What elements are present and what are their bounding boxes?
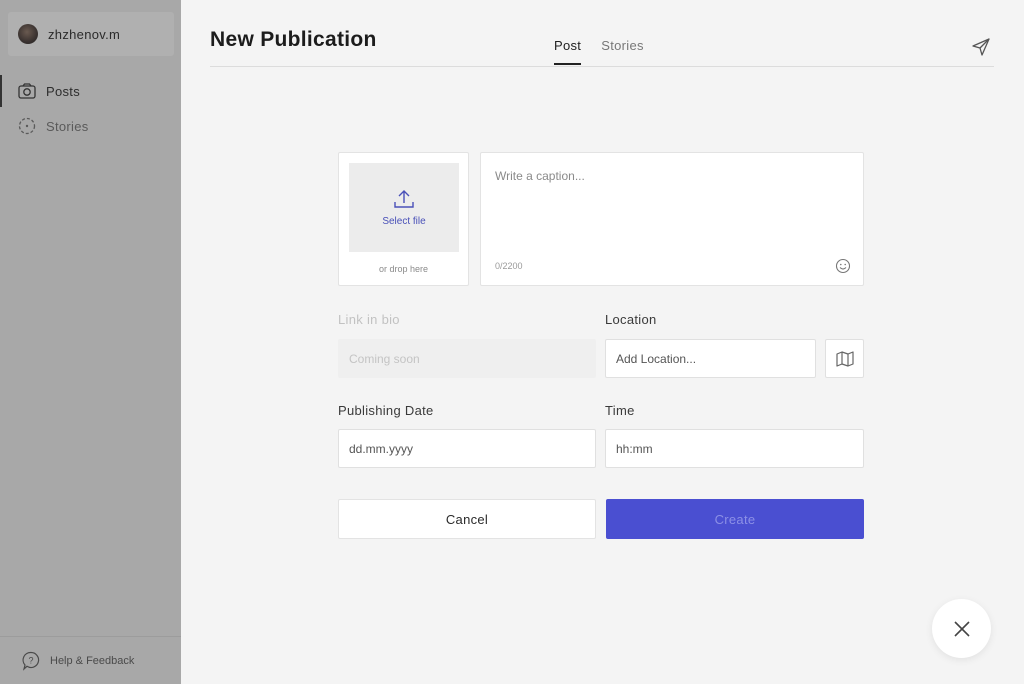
header-divider [210,66,994,67]
stories-icon [18,117,36,135]
create-button[interactable]: Create [606,499,864,539]
location-placeholder: Add Location... [616,351,697,366]
send-icon[interactable] [971,37,991,57]
publishing-date-label: Publishing Date [338,403,434,418]
help-label: Help & Feedback [50,654,135,667]
time-placeholder: hh:mm [616,441,653,456]
close-button[interactable] [932,599,991,658]
select-file-label: Select file [382,216,426,227]
username: zhzhenov.m [48,26,121,42]
sidebar-item-label: Stories [46,118,89,134]
upload-card: Select file or drop here [338,152,469,286]
camera-icon [18,83,36,99]
location-label: Location [605,312,657,327]
page-title: New Publication [210,28,377,51]
sidebar-item-stories[interactable]: Stories [0,110,181,142]
emoji-icon[interactable] [835,258,851,274]
user-profile[interactable]: zhzhenov.m [8,12,174,56]
drop-hint: or drop here [378,264,429,274]
help-icon: ? [22,651,40,671]
link-in-bio-label: Link in bio [338,312,400,327]
caption-textarea[interactable]: Write a caption... 0/2200 [480,152,864,286]
sidebar: zhzhenov.m Posts Stories ? Help & Feedba… [0,0,181,684]
main-panel: New Publication Post Stories Select file… [181,0,1024,684]
publishing-date-input[interactable]: dd.mm.yyyy [338,429,596,468]
link-in-bio-input: Coming soon [338,339,596,378]
time-input[interactable]: hh:mm [605,429,864,468]
link-in-bio-placeholder: Coming soon [349,351,420,366]
tab-stories[interactable]: Stories [601,38,644,65]
map-icon [835,350,854,367]
publishing-date-placeholder: dd.mm.yyyy [349,441,414,456]
time-label: Time [605,403,635,418]
sidebar-item-posts[interactable]: Posts [0,75,181,107]
caption-placeholder: Write a caption... [495,169,585,183]
close-icon [953,620,970,637]
tab-post[interactable]: Post [554,38,582,65]
char-count: 0/2200 [495,261,523,271]
location-input[interactable]: Add Location... [605,339,816,378]
avatar [18,24,38,44]
cancel-button[interactable]: Cancel [338,499,596,539]
sidebar-item-label: Posts [46,83,81,99]
map-button[interactable] [825,339,864,378]
help-feedback-link[interactable]: ? Help & Feedback [0,636,181,684]
tab-bar: Post Stories [554,38,664,65]
select-file-button[interactable]: Select file [349,163,459,252]
upload-icon [394,190,414,208]
svg-text:?: ? [28,655,33,665]
